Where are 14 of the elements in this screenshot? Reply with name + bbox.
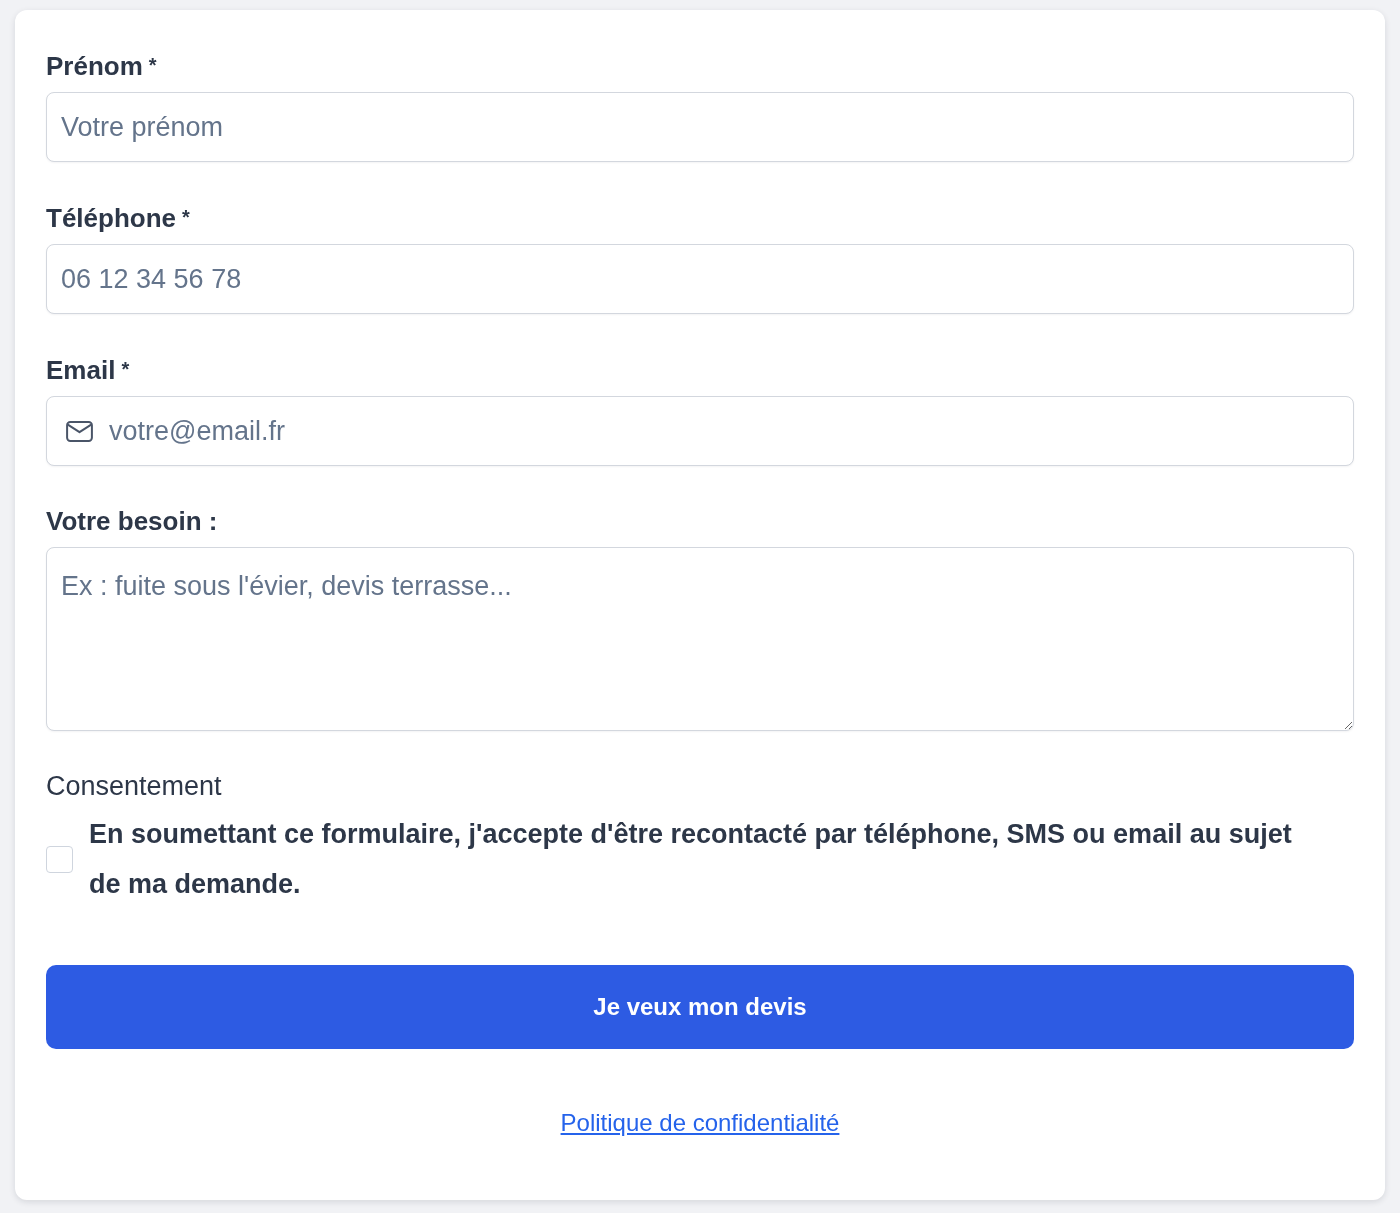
privacy-policy-link[interactable]: Politique de confidentialité <box>560 1109 840 1136</box>
field-label: Prénom $^{*}$ <box>46 50 158 83</box>
field-label: Téléphone $^{*}$ <box>46 202 191 235</box>
checkbox[interactable] <box>46 845 73 873</box>
input-field[interactable]: 06 12 34 56 78 <box>46 244 1354 314</box>
envelope-icon <box>66 421 93 442</box>
field-label: Email $^{*}$ <box>46 354 131 387</box>
submit-button[interactable]: Je veux mon devis <box>46 965 1354 1049</box>
input-field[interactable]: votre@email.fr <box>46 396 1354 466</box>
field-label: Votre besoin : <box>46 505 219 538</box>
input-field[interactable]: Votre prénom <box>46 92 1354 162</box>
textarea-field[interactable]: Ex : fuite sous l'évier, devis terrasse... <box>46 547 1354 731</box>
consent-heading: Consentement <box>46 770 223 803</box>
consent-text: En soumettant ce formulaire, j'accepte d'être recontacté par téléphone, SMS ou email au sujet de ma demande. <box>89 818 1293 901</box>
